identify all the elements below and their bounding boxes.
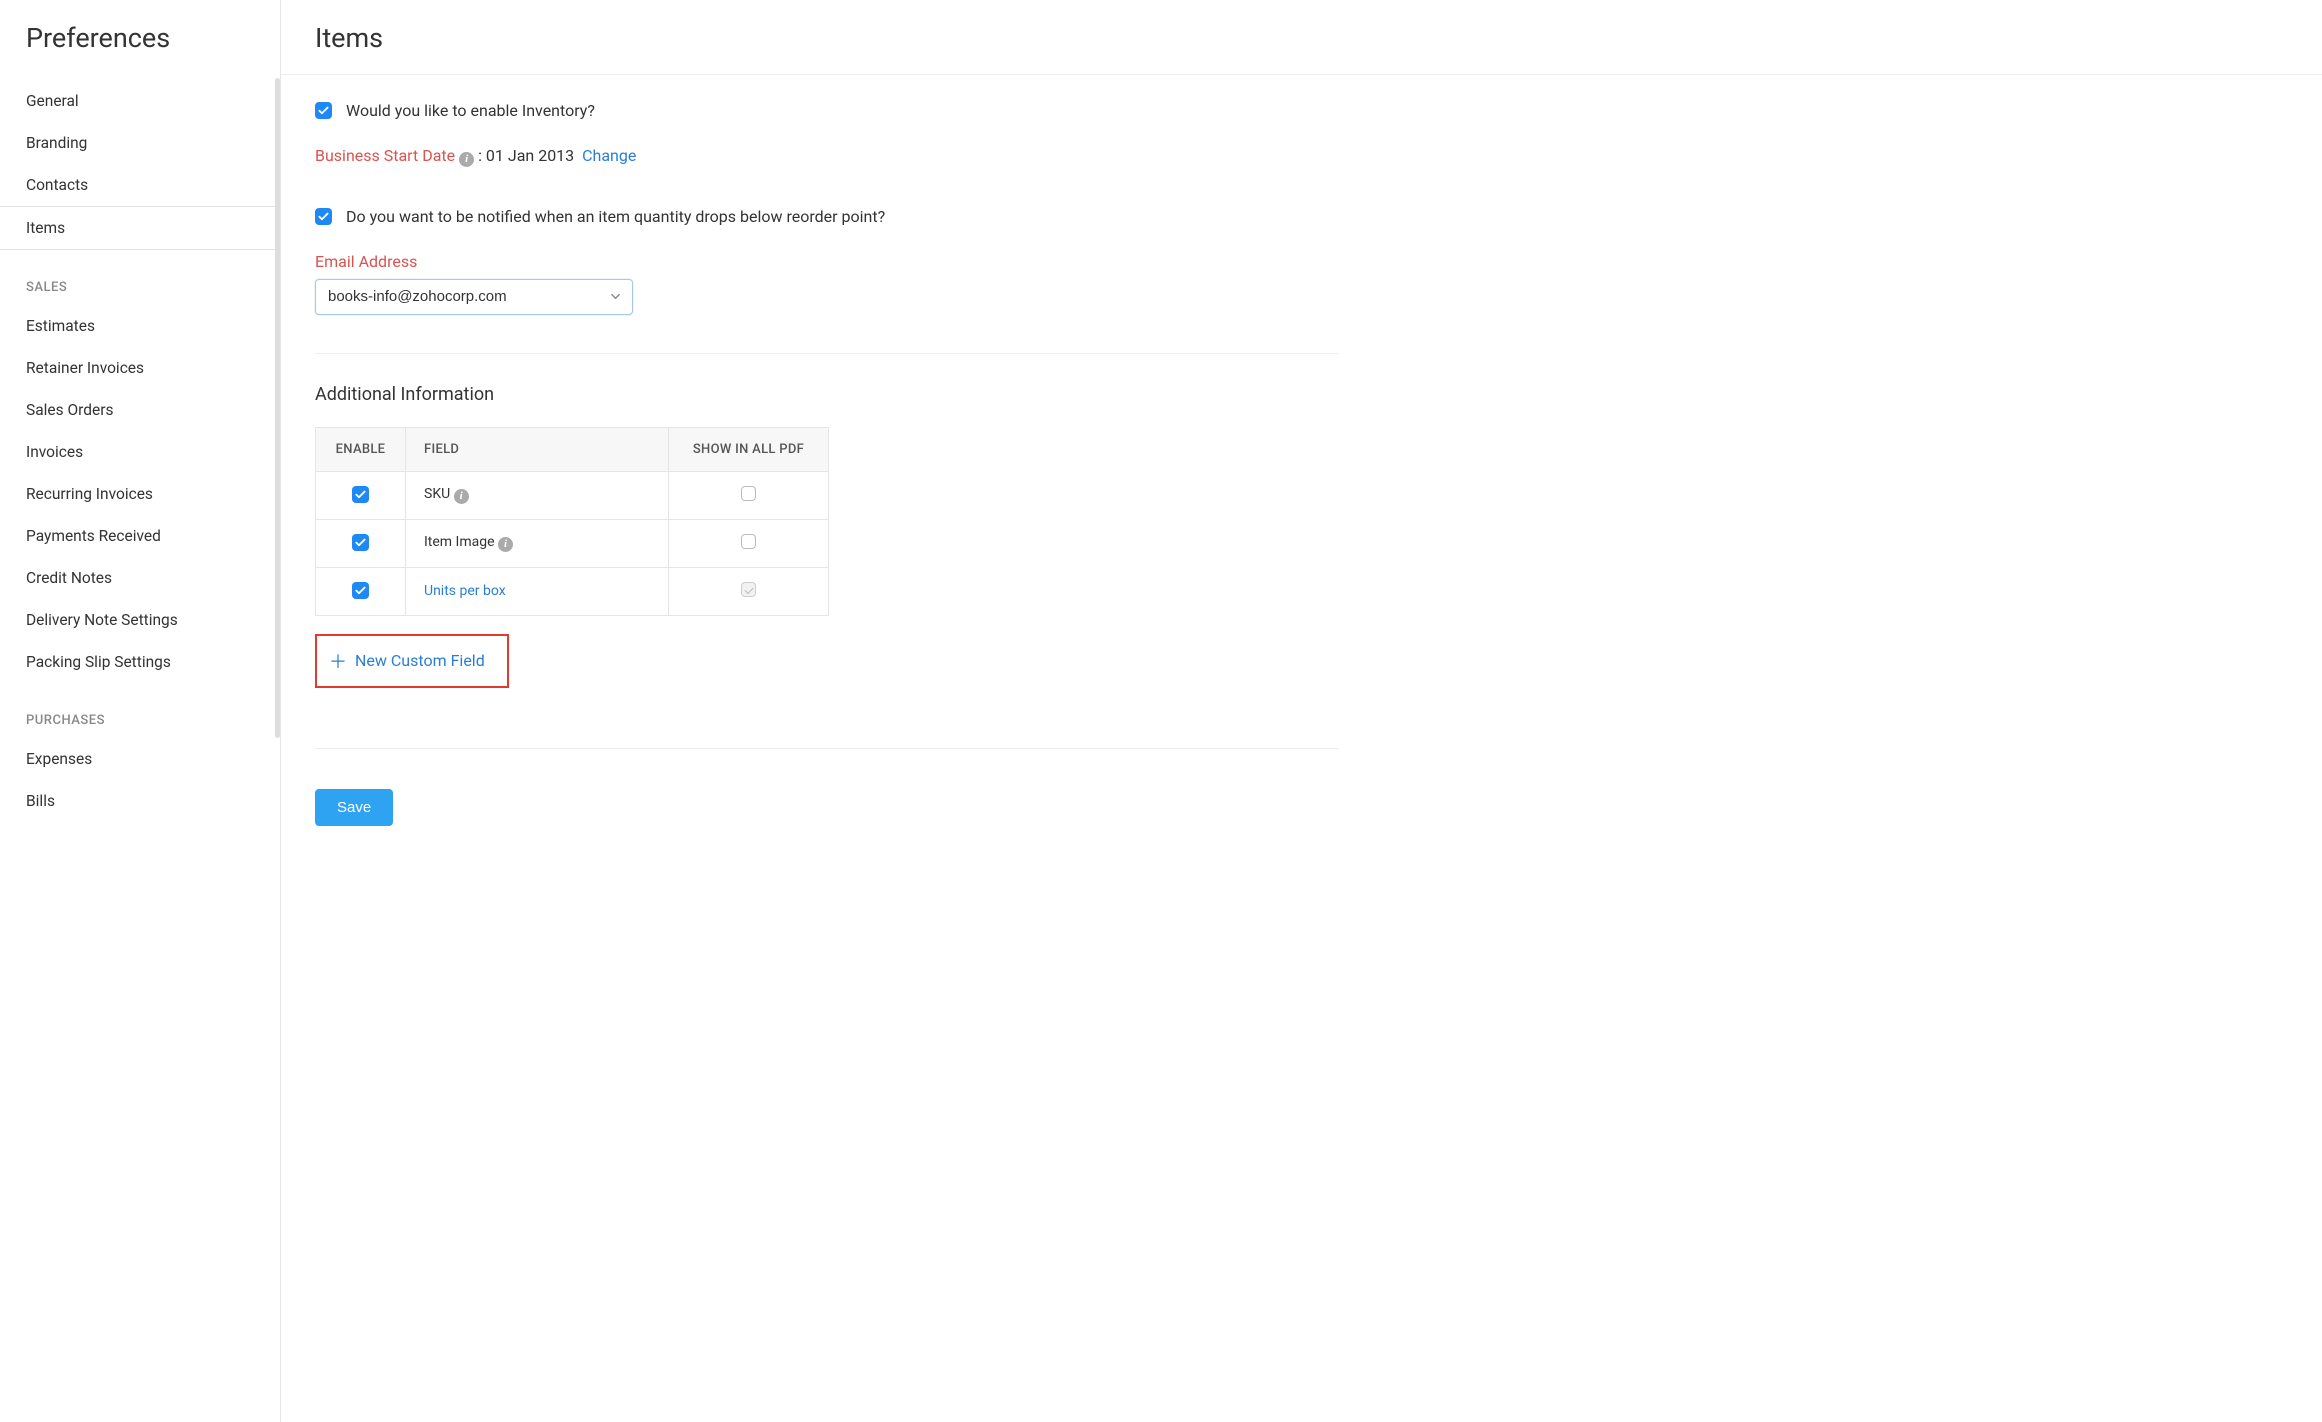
field-name-link[interactable]: Units per box [424, 583, 506, 599]
sidebar-item-expenses[interactable]: Expenses [0, 738, 280, 780]
change-link[interactable]: Change [582, 146, 636, 165]
sidebar-section-purchases: PURCHASES [0, 683, 280, 738]
info-icon[interactable]: i [498, 537, 513, 552]
table-row: Item Image i [316, 519, 829, 567]
inventory-enable-row: Would you like to enable Inventory? [315, 101, 2282, 120]
save-button[interactable]: Save [315, 789, 393, 826]
main-content: Items Would you like to enable Inventory… [281, 0, 2322, 1422]
divider [281, 74, 2322, 75]
enable-checkbox-sku[interactable] [352, 486, 369, 503]
business-start-date-label: Business Start Date [315, 146, 455, 165]
email-select-wrap [315, 279, 633, 315]
sidebar-item-sales-orders[interactable]: Sales Orders [0, 389, 280, 431]
pdf-checkbox-sku[interactable] [741, 486, 756, 501]
divider [315, 353, 1339, 354]
info-icon[interactable]: i [459, 152, 474, 167]
field-name: Item Image [424, 534, 495, 550]
notify-checkbox[interactable] [315, 208, 332, 225]
email-address-label: Email Address [315, 252, 2282, 271]
enable-checkbox-item-image[interactable] [352, 534, 369, 551]
pdf-checkbox-units-per-box [741, 582, 756, 597]
sidebar-item-packing-slip[interactable]: Packing Slip Settings [0, 641, 280, 683]
sidebar-item-payments-received[interactable]: Payments Received [0, 515, 280, 557]
pdf-checkbox-item-image[interactable] [741, 534, 756, 549]
sidebar-item-credit-notes[interactable]: Credit Notes [0, 557, 280, 599]
check-icon [318, 211, 329, 222]
additional-information-heading: Additional Information [315, 384, 2282, 405]
sidebar-title: Preferences [0, 22, 280, 80]
business-start-date-value: 01 Jan 2013 [486, 146, 574, 165]
header-field: FIELD [406, 427, 669, 471]
check-icon [355, 489, 366, 500]
page-title: Items [315, 22, 2282, 54]
sidebar-item-bills[interactable]: Bills [0, 780, 280, 822]
business-start-date-sep: : [474, 146, 486, 165]
field-name: SKU [424, 486, 450, 502]
inventory-enable-label: Would you like to enable Inventory? [346, 101, 595, 120]
sidebar-item-retainer-invoices[interactable]: Retainer Invoices [0, 347, 280, 389]
additional-info-table: ENABLE FIELD SHOW IN ALL PDF SKU i [315, 427, 829, 616]
header-enable: ENABLE [316, 427, 406, 471]
business-start-date-row: Business Start Date i : 01 Jan 2013 Chan… [315, 146, 2282, 167]
table-header-row: ENABLE FIELD SHOW IN ALL PDF [316, 427, 829, 471]
sidebar-item-items[interactable]: Items [0, 206, 280, 250]
sidebar-section-sales: SALES [0, 250, 280, 305]
sidebar-scrollbar[interactable] [275, 78, 280, 738]
sidebar-item-general[interactable]: General [0, 80, 280, 122]
table-row: SKU i [316, 471, 829, 519]
notify-label: Do you want to be notified when an item … [346, 207, 885, 226]
sidebar-item-estimates[interactable]: Estimates [0, 305, 280, 347]
header-show-pdf: SHOW IN ALL PDF [669, 427, 829, 471]
sidebar-item-invoices[interactable]: Invoices [0, 431, 280, 473]
sidebar-item-contacts[interactable]: Contacts [0, 164, 280, 206]
sidebar: Preferences General Branding Contacts It… [0, 0, 281, 1422]
check-icon [318, 105, 329, 116]
notify-row: Do you want to be notified when an item … [315, 207, 2282, 226]
plus-icon: ＋ [329, 648, 347, 674]
email-select[interactable] [315, 279, 633, 315]
check-icon [355, 585, 366, 596]
divider [315, 748, 1339, 749]
sidebar-item-delivery-note[interactable]: Delivery Note Settings [0, 599, 280, 641]
sidebar-item-recurring-invoices[interactable]: Recurring Invoices [0, 473, 280, 515]
new-custom-field-button[interactable]: ＋ New Custom Field [315, 634, 509, 688]
check-icon [355, 537, 366, 548]
inventory-enable-checkbox[interactable] [315, 102, 332, 119]
new-custom-field-label: New Custom Field [355, 651, 485, 670]
enable-checkbox-units-per-box[interactable] [352, 582, 369, 599]
sidebar-item-branding[interactable]: Branding [0, 122, 280, 164]
info-icon[interactable]: i [454, 489, 469, 504]
table-row: Units per box [316, 567, 829, 615]
